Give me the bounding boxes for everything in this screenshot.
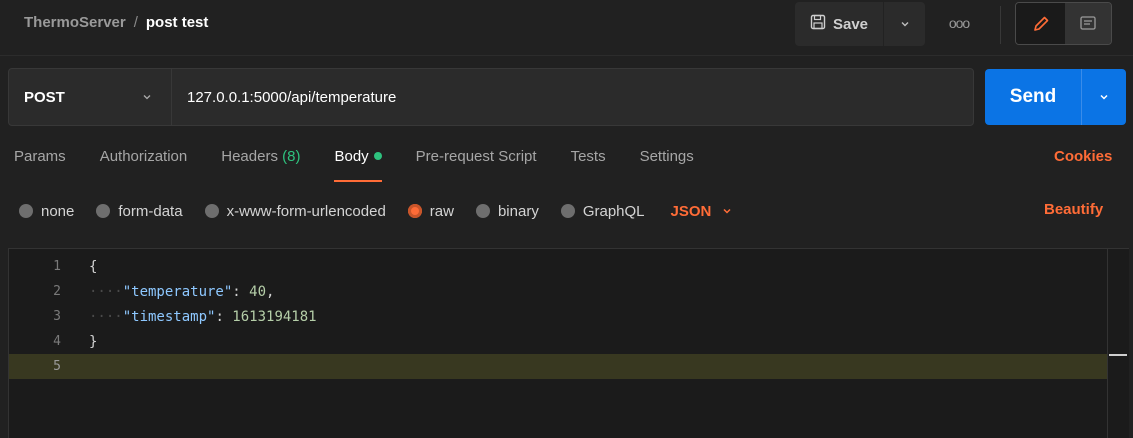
postman-request-window: ThermoServer / post test Save ooo POST 1… xyxy=(0,0,1133,438)
send-button-group: Send xyxy=(985,69,1126,125)
line-number: 5 xyxy=(53,359,61,374)
body-type-graphql[interactable]: GraphQL xyxy=(560,203,645,220)
tab-body[interactable]: Body xyxy=(334,148,382,182)
indent-guide: ···· xyxy=(89,283,123,300)
json-value-temperature: 40 xyxy=(249,283,267,300)
breadcrumb-collection[interactable]: ThermoServer xyxy=(24,14,126,31)
json-key-temperature: "temperature" xyxy=(122,283,233,300)
tab-tests[interactable]: Tests xyxy=(571,148,606,178)
save-icon xyxy=(810,14,826,34)
body-type-raw[interactable]: raw xyxy=(407,203,454,220)
more-dots-icon: ooo xyxy=(948,15,970,31)
pencil-icon xyxy=(1033,16,1049,31)
save-options-button[interactable] xyxy=(883,2,925,46)
chevron-down-icon xyxy=(723,208,731,214)
tab-pre-request-script[interactable]: Pre-request Script xyxy=(416,148,537,178)
body-type-options: none form-data x-www-form-urlencoded raw… xyxy=(19,200,733,222)
view-mode-toggle xyxy=(1015,2,1112,45)
json-key-timestamp: "timestamp" xyxy=(122,308,216,325)
line-number: 1 xyxy=(53,259,61,274)
json-open-brace: { xyxy=(89,258,98,275)
request-tabs: Params Authorization Headers (8) Body Pr… xyxy=(14,148,728,182)
radio-circle xyxy=(96,204,111,218)
line-number: 4 xyxy=(53,334,61,349)
request-name[interactable]: post test xyxy=(146,14,209,31)
body-type-form-data[interactable]: form-data xyxy=(96,203,183,220)
edit-mode-button[interactable] xyxy=(1016,3,1066,44)
radio-circle xyxy=(204,204,219,218)
tab-headers[interactable]: Headers (8) xyxy=(221,148,300,178)
editor-line: 4 } xyxy=(9,329,1107,354)
save-button-group: Save xyxy=(795,2,925,46)
editor-line: 1 { xyxy=(9,254,1107,279)
line-number: 3 xyxy=(53,309,61,324)
headers-count: (8) xyxy=(282,148,301,165)
beautify-button[interactable]: Beautify xyxy=(1044,201,1103,218)
tab-settings[interactable]: Settings xyxy=(640,148,694,178)
body-type-binary[interactable]: binary xyxy=(475,203,539,220)
cursor-position-marker xyxy=(1109,354,1127,356)
breadcrumb-separator: / xyxy=(133,14,138,31)
chevron-down-icon xyxy=(901,22,908,27)
editor-line: 3 ····"timestamp": 1613194181 xyxy=(9,304,1107,329)
json-colon: : xyxy=(232,283,250,300)
chevron-down-icon xyxy=(1100,94,1108,100)
method-select[interactable]: POST xyxy=(9,69,172,125)
radio-circle-selected xyxy=(407,204,422,218)
tab-authorization[interactable]: Authorization xyxy=(100,148,188,178)
save-label: Save xyxy=(832,15,869,33)
body-code-editor[interactable]: 1 { 2 ····"temperature": 40, 3 ····"time… xyxy=(8,248,1129,438)
json-comma: , xyxy=(266,283,275,300)
method-value: POST xyxy=(24,88,65,106)
request-url-bar: POST 127.0.0.1:5000/api/temperature xyxy=(8,68,974,126)
radio-circle xyxy=(475,204,490,218)
editor-line-current: 5 xyxy=(9,354,1107,379)
url-input[interactable]: 127.0.0.1:5000/api/temperature xyxy=(172,69,973,125)
indent-guide: ···· xyxy=(89,308,123,325)
body-type-none[interactable]: none xyxy=(19,203,74,220)
json-colon: : xyxy=(215,308,233,325)
editor-scrollbar[interactable] xyxy=(1107,249,1129,438)
save-button[interactable]: Save xyxy=(795,2,883,46)
comment-icon xyxy=(1080,15,1096,30)
send-options-button[interactable] xyxy=(1081,69,1126,125)
radio-circle xyxy=(560,204,575,218)
json-close-brace: } xyxy=(89,333,98,350)
send-button[interactable]: Send xyxy=(985,69,1081,125)
chevron-down-icon xyxy=(143,95,151,100)
comments-mode-button[interactable] xyxy=(1065,3,1111,44)
json-value-timestamp: 1613194181 xyxy=(232,308,317,325)
body-modified-dot xyxy=(373,152,382,160)
cookies-link[interactable]: Cookies xyxy=(1054,148,1112,165)
radio-circle xyxy=(19,204,33,218)
breadcrumb: ThermoServer / post test xyxy=(24,14,208,31)
line-number: 2 xyxy=(53,284,61,299)
header-divider xyxy=(1000,6,1001,44)
editor-line: 2 ····"temperature": 40, xyxy=(9,279,1107,304)
raw-format-value: JSON xyxy=(670,202,712,220)
raw-format-select[interactable]: JSON xyxy=(671,203,734,220)
body-type-urlencoded[interactable]: x-www-form-urlencoded xyxy=(204,203,386,220)
request-header: ThermoServer / post test Save ooo xyxy=(0,0,1133,56)
tab-params[interactable]: Params xyxy=(14,148,66,178)
more-actions-button[interactable]: ooo xyxy=(944,12,974,34)
